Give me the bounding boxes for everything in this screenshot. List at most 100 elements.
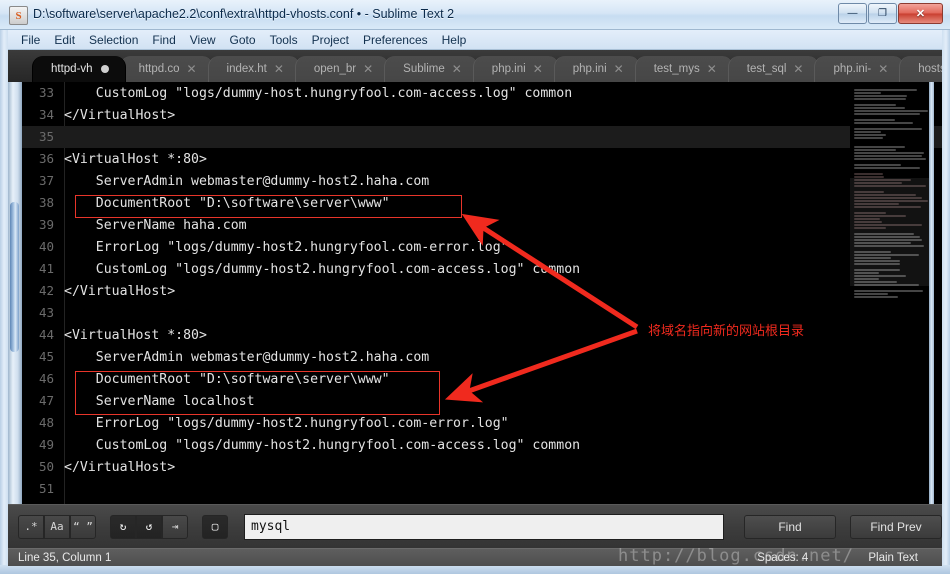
in-selection-toggle[interactable]: ↺ bbox=[136, 515, 162, 539]
tab-close-icon[interactable]: ✕ bbox=[793, 62, 803, 76]
line-text: ErrorLog "logs/dummy-host2.hungryfool.co… bbox=[64, 240, 509, 255]
find-bar: .*Aa“ ” ↻↺⇥ ▢ Find Find Prev Find All bbox=[8, 504, 942, 548]
line-text: ServerName haha.com bbox=[64, 218, 247, 233]
code-line[interactable]: 47 ServerName localhost bbox=[22, 390, 942, 412]
code-line[interactable]: 43 bbox=[22, 302, 942, 324]
tab-close-icon[interactable]: ✕ bbox=[274, 62, 284, 76]
app-icon: S bbox=[9, 6, 28, 25]
tab-close-icon[interactable]: ✕ bbox=[363, 62, 373, 76]
code-line[interactable]: 48 ErrorLog "logs/dummy-host2.hungryfool… bbox=[22, 412, 942, 434]
scrollbar-thumb[interactable] bbox=[10, 202, 19, 352]
tab-php-ini[interactable]: php.ini ✕ bbox=[473, 56, 560, 82]
tab-test-sql[interactable]: test_sql ✕ bbox=[728, 56, 821, 82]
code-line[interactable]: 35 bbox=[22, 126, 942, 148]
line-number: 43 bbox=[22, 302, 64, 324]
menu-item-selection[interactable]: Selection bbox=[82, 31, 145, 49]
code-line[interactable]: 42 </VirtualHost> bbox=[22, 280, 942, 302]
tab-open-br[interactable]: open_br ✕ bbox=[295, 56, 390, 82]
minimap-line bbox=[854, 89, 917, 91]
code-line[interactable]: 33 CustomLog "logs/dummy-host.hungryfool… bbox=[22, 82, 942, 104]
preserve-case-toggle[interactable]: ▢ bbox=[202, 515, 228, 539]
minimap-line bbox=[854, 128, 922, 130]
menu-item-view[interactable]: View bbox=[183, 31, 223, 49]
tab-close-icon[interactable]: ✕ bbox=[452, 62, 462, 76]
find-prev-button[interactable]: Find Prev bbox=[850, 515, 942, 539]
code-line[interactable]: 40 ErrorLog "logs/dummy-host2.hungryfool… bbox=[22, 236, 942, 258]
menu-item-project[interactable]: Project bbox=[305, 31, 356, 49]
code-line[interactable]: 38 DocumentRoot "D:\software\server\www" bbox=[22, 192, 942, 214]
tab-close-icon[interactable]: ✕ bbox=[614, 62, 624, 76]
tab-hosts[interactable]: hosts✕ bbox=[899, 56, 942, 82]
editor-vertical-scrollbar[interactable] bbox=[8, 82, 22, 504]
wrap-toggle[interactable]: ↻ bbox=[110, 515, 136, 539]
tab-test-mys[interactable]: test_mys ✕ bbox=[635, 56, 734, 82]
case-sensitive-toggle[interactable]: Aa bbox=[44, 515, 70, 539]
tab-close-icon[interactable]: ✕ bbox=[533, 62, 543, 76]
code-line[interactable]: 39 ServerName haha.com bbox=[22, 214, 942, 236]
tab-label: php.ini bbox=[573, 56, 607, 82]
line-number: 34 bbox=[22, 104, 64, 126]
tab-dirty-dot[interactable] bbox=[101, 65, 109, 73]
minimize-button[interactable]: — bbox=[838, 3, 867, 24]
code-line[interactable]: 44 <VirtualHost *:80> bbox=[22, 324, 942, 346]
tab-label: hosts bbox=[918, 56, 942, 82]
line-text: DocumentRoot "D:\software\server\www" bbox=[64, 196, 390, 211]
tab-sublime[interactable]: Sublime ✕ bbox=[384, 56, 479, 82]
code-line[interactable]: 41 CustomLog "logs/dummy-host2.hungryfoo… bbox=[22, 258, 942, 280]
tab-php-ini[interactable]: php.ini ✕ bbox=[554, 56, 641, 82]
search-input[interactable] bbox=[244, 514, 724, 540]
line-number: 47 bbox=[22, 390, 64, 412]
code-line[interactable]: 46 DocumentRoot "D:\software\server\www" bbox=[22, 368, 942, 390]
line-number: 41 bbox=[22, 258, 64, 280]
code-line[interactable]: 49 CustomLog "logs/dummy-host2.hungryfoo… bbox=[22, 434, 942, 456]
tab-close-icon[interactable]: ✕ bbox=[707, 62, 717, 76]
minimap-line bbox=[854, 122, 913, 124]
maximize-button[interactable]: ❐ bbox=[868, 3, 897, 24]
code-lines[interactable]: 33 CustomLog "logs/dummy-host.hungryfool… bbox=[22, 82, 942, 504]
minimap-viewport[interactable] bbox=[850, 178, 934, 286]
find-button[interactable]: Find bbox=[744, 515, 836, 539]
minimap-scrollbar[interactable] bbox=[929, 82, 934, 504]
menu-item-help[interactable]: Help bbox=[435, 31, 474, 49]
menu-item-tools[interactable]: Tools bbox=[263, 31, 305, 49]
menu-item-find[interactable]: Find bbox=[145, 31, 182, 49]
minimap[interactable] bbox=[850, 82, 934, 504]
line-number: 49 bbox=[22, 434, 64, 456]
editor-area[interactable]: 33 CustomLog "logs/dummy-host.hungryfool… bbox=[8, 82, 942, 504]
regex-toggle[interactable]: .* bbox=[18, 515, 44, 539]
highlight-toggle[interactable]: ⇥ bbox=[162, 515, 188, 539]
code-line[interactable]: 34 </VirtualHost> bbox=[22, 104, 942, 126]
minimap-line bbox=[854, 113, 920, 115]
cursor-position: Line 35, Column 1 bbox=[18, 552, 757, 564]
code-line[interactable]: 50 </VirtualHost> bbox=[22, 456, 942, 478]
menu-item-edit[interactable]: Edit bbox=[47, 31, 82, 49]
tab-httpd-co[interactable]: httpd.co ✕ bbox=[120, 56, 214, 82]
find-option-group-match: .* Aa “ ” bbox=[18, 515, 96, 539]
code-line[interactable]: 51 bbox=[22, 478, 942, 500]
tab-php-ini-[interactable]: php.ini- ✕ bbox=[814, 56, 905, 82]
close-button[interactable]: ✕ bbox=[898, 3, 943, 24]
line-number: 37 bbox=[22, 170, 64, 192]
indent-setting[interactable]: Spaces: 4 bbox=[757, 552, 808, 564]
tab-label: php.ini bbox=[492, 56, 526, 82]
code-line[interactable]: 36 <VirtualHost *:80> bbox=[22, 148, 942, 170]
syntax-setting[interactable]: Plain Text bbox=[868, 552, 918, 564]
code-line[interactable]: 45 ServerAdmin webmaster@dummy-host2.hah… bbox=[22, 346, 942, 368]
menu-item-preferences[interactable]: Preferences bbox=[356, 31, 435, 49]
minimap-line bbox=[854, 104, 896, 106]
window-frame-left bbox=[0, 30, 8, 574]
tab-close-icon[interactable]: ✕ bbox=[186, 62, 196, 76]
tab-close-icon[interactable]: ✕ bbox=[878, 62, 888, 76]
minimap-line bbox=[854, 173, 883, 175]
menu-item-file[interactable]: File bbox=[14, 31, 47, 49]
whole-word-toggle[interactable]: “ ” bbox=[70, 515, 96, 539]
code-line[interactable]: 37 ServerAdmin webmaster@dummy-host2.hah… bbox=[22, 170, 942, 192]
tab-index-ht[interactable]: index.ht ✕ bbox=[208, 56, 301, 82]
line-text: ServerName localhost bbox=[64, 394, 255, 409]
line-text: </VirtualHost> bbox=[64, 460, 175, 475]
line-text: DocumentRoot "D:\software\server\www" bbox=[64, 372, 390, 387]
menu-bar: File Edit Selection Find View Goto Tools Projec… bbox=[8, 30, 942, 50]
menu-item-goto[interactable]: Goto bbox=[223, 31, 263, 49]
tab-httpd-vh[interactable]: httpd-vh bbox=[32, 56, 126, 82]
window-frame-right bbox=[942, 30, 950, 574]
